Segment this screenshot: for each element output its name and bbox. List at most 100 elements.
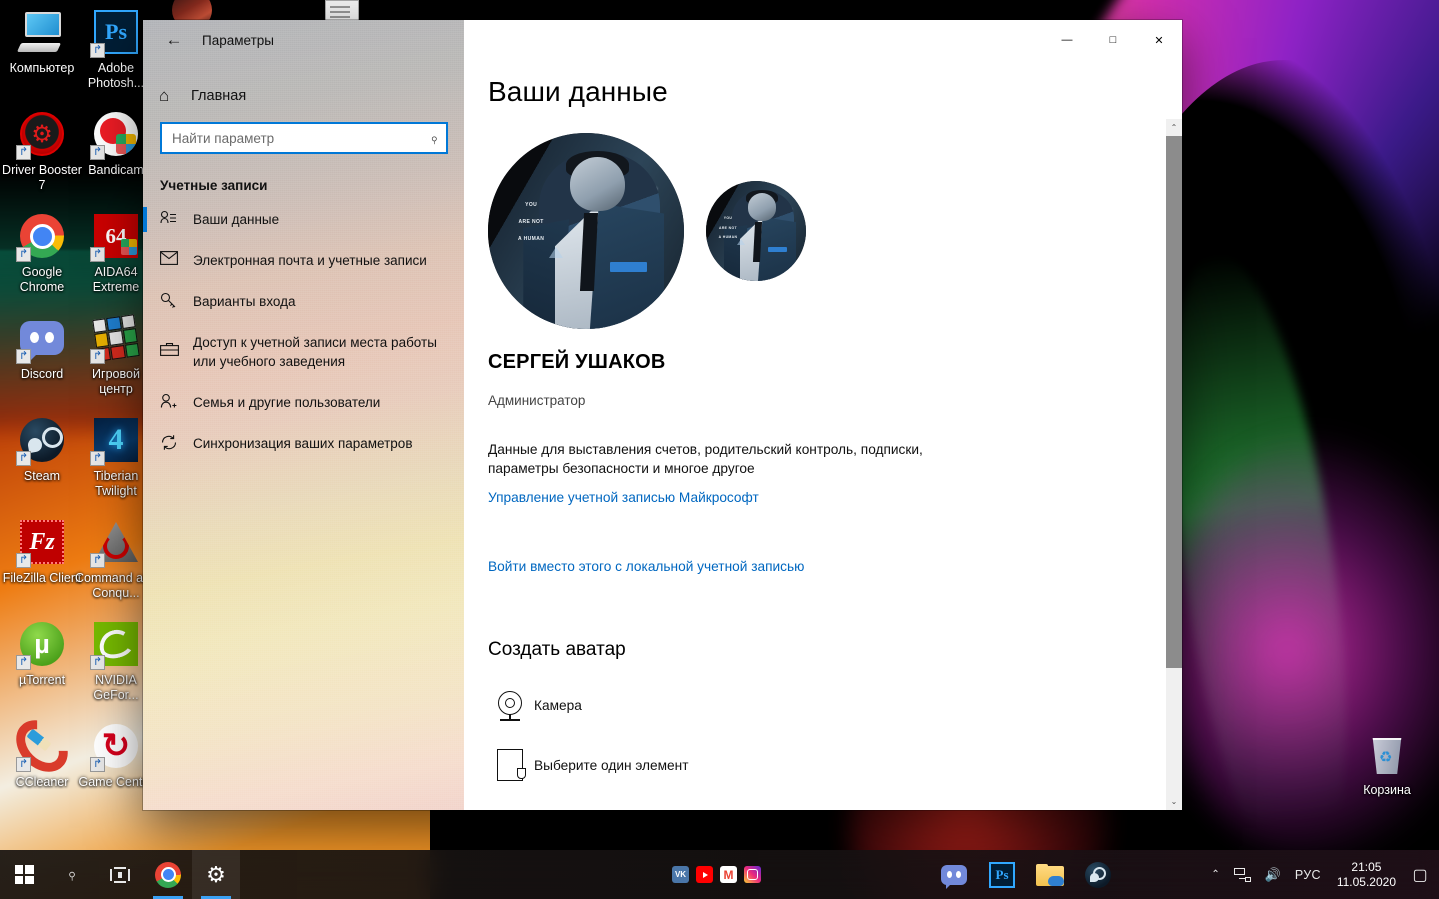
avatar-caption: YOU ARE NOT A HUMAN	[718, 216, 738, 240]
sidebar-item-label: Доступ к учетной записи места работы или…	[193, 335, 437, 369]
steam-icon	[16, 416, 66, 466]
search-input[interactable]	[172, 130, 431, 146]
command-and-conquer-icon	[90, 518, 140, 568]
youtube-icon[interactable]	[696, 866, 713, 883]
sidebar-item-family-other-users[interactable]: Семья и другие пользователи	[143, 382, 464, 423]
taskbar-running-apps[interactable]: Ps	[930, 850, 1122, 899]
desktop-icon-label: Google Chrome	[19, 265, 65, 294]
google-chrome-icon	[16, 212, 66, 262]
shortcut-badge-icon	[90, 655, 105, 670]
sign-in-local-account-link[interactable]: Войти вместо этого с локальной учетной з…	[488, 559, 804, 574]
briefcase-icon	[160, 333, 190, 356]
desktop-icon-label: Корзина	[1363, 783, 1411, 797]
shortcut-badge-icon	[90, 247, 105, 262]
file-explorer-onedrive-icon	[1036, 863, 1064, 886]
scrollbar-track[interactable]	[1166, 136, 1182, 793]
scroll-up-arrow-icon[interactable]: ⌃	[1166, 119, 1182, 136]
notification-center-icon[interactable]: ▢	[1405, 850, 1435, 899]
tray-expand-button[interactable]: ⌃	[1204, 850, 1226, 899]
settings-sidebar: ← Параметры ⌂ Главная ⌕ Учетные записи	[143, 20, 464, 810]
sidebar-item-sign-in-options[interactable]: Варианты входа	[143, 281, 464, 322]
content-scrollbar[interactable]: ⌃ ⌄	[1166, 119, 1182, 810]
steam-icon	[1085, 861, 1111, 888]
search-box[interactable]: ⌕	[160, 122, 448, 154]
maximize-button[interactable]: □	[1090, 20, 1136, 60]
shortcut-badge-icon	[90, 43, 105, 58]
shortcut-badge-icon	[16, 655, 31, 670]
avatar-small[interactable]: YOU ARE NOT A HUMAN	[706, 181, 806, 281]
shortcut-badge-icon	[90, 451, 105, 466]
desktop-icon-label: Bandicam	[88, 163, 144, 177]
user-name: СЕРГЕЙ УШАКОВ	[488, 351, 666, 373]
back-arrow-icon[interactable]: ←	[157, 25, 191, 55]
taskbar-file-explorer[interactable]	[1026, 850, 1074, 899]
system-tray[interactable]: ⌃ 🔊 РУС 21:05 11.05.2020 ▢	[1204, 850, 1439, 899]
account-description: Данные для выставления счетов, родительс…	[488, 442, 923, 476]
taskbar-quick-links[interactable]: VK	[672, 866, 761, 883]
sidebar-item-home[interactable]: ⌂ Главная	[143, 76, 464, 116]
taskbar-chrome[interactable]	[144, 850, 192, 899]
desktop-icon-google-chrome[interactable]: Google Chrome	[0, 212, 84, 295]
sidebar-item-your-info[interactable]: Ваши данные	[143, 199, 464, 240]
network-icon	[1233, 867, 1251, 882]
clock[interactable]: 21:05 11.05.2020	[1328, 850, 1405, 899]
user-role: Администратор	[488, 393, 586, 408]
avatar-option-browse-file[interactable]: Выберите один элемент	[488, 749, 1182, 781]
avatar-option-label: Камера	[534, 697, 582, 713]
photoshop-icon: Ps	[989, 861, 1015, 888]
sidebar-item-label: Главная	[191, 88, 247, 104]
desktop-icon-computer[interactable]: Компьютер	[0, 8, 84, 76]
driver-booster-icon: ⚙	[16, 110, 66, 160]
desktop-icon-ccleaner[interactable]: CCleaner	[0, 722, 84, 790]
desktop-icon-discord[interactable]: Discord	[0, 314, 84, 382]
taskbar-steam[interactable]	[1074, 850, 1122, 899]
sidebar-item-work-school-access[interactable]: Доступ к учетной записи места работы или…	[143, 322, 464, 382]
window-title-bar[interactable]: — □ ✕	[1044, 20, 1182, 60]
desktop-icon-utorrent[interactable]: µ µTorrent	[0, 620, 84, 688]
computer-icon	[16, 8, 66, 56]
sidebar-item-label: Электронная почта и учетные записи	[193, 253, 427, 268]
taskbar-discord[interactable]	[930, 850, 978, 899]
gmail-icon[interactable]	[720, 866, 737, 883]
vk-icon[interactable]: VK	[672, 866, 689, 883]
avatar-large[interactable]: YOU ARE NOT A HUMAN	[488, 133, 684, 329]
sidebar-item-label: Варианты входа	[193, 294, 296, 309]
shortcut-badge-icon	[16, 247, 31, 262]
desktop-icon-driver-booster[interactable]: ⚙ Driver Booster 7	[0, 110, 84, 193]
taskbar-photoshop[interactable]: Ps	[978, 850, 1026, 899]
page-title: Ваши данные	[488, 76, 668, 107]
sidebar-item-email-accounts[interactable]: Электронная почта и учетные записи	[143, 240, 464, 281]
scrollbar-thumb[interactable]	[1166, 136, 1182, 669]
close-button[interactable]: ✕	[1136, 20, 1182, 60]
desktop-icon-filezilla[interactable]: Fz FileZilla Client	[0, 518, 84, 586]
scroll-down-arrow-icon[interactable]: ⌄	[1166, 793, 1182, 810]
manage-microsoft-account-link[interactable]: Управление учетной записью Майкрософт	[488, 490, 759, 505]
home-icon: ⌂	[159, 86, 170, 105]
discord-icon	[16, 314, 66, 364]
start-button[interactable]	[0, 850, 48, 899]
taskbar-settings[interactable]: ⚙	[192, 850, 240, 899]
network-button[interactable]	[1227, 850, 1258, 899]
nvidia-geforce-icon	[90, 620, 140, 670]
clock-date: 11.05.2020	[1336, 874, 1396, 889]
taskbar[interactable]: ⌕ ⚙ VK Ps ⌃	[0, 850, 1439, 899]
desktop-icon-recycle-bin[interactable]: ♻ Корзина	[1345, 730, 1429, 798]
desktop-icon-steam[interactable]: Steam	[0, 416, 84, 484]
instagram-icon[interactable]	[744, 866, 761, 883]
language-indicator[interactable]: РУС	[1288, 850, 1328, 899]
settings-window[interactable]: — □ ✕ ← Параметры ⌂ Главная ⌕	[143, 20, 1182, 810]
sidebar-item-sync-settings[interactable]: Синхронизация ваших параметров	[143, 423, 464, 464]
minimize-button[interactable]: —	[1044, 20, 1090, 60]
create-avatar-heading: Создать аватар	[488, 639, 626, 660]
filezilla-icon: Fz	[16, 518, 66, 568]
sidebar-item-label: Семья и другие пользователи	[193, 395, 381, 410]
volume-button[interactable]: 🔊	[1258, 850, 1288, 899]
chrome-icon	[155, 861, 181, 888]
desktop-icon-label: FileZilla Client	[2, 571, 82, 585]
desktop-icon-label: Discord	[20, 367, 64, 381]
avatar-option-camera[interactable]: Камера	[488, 691, 1182, 721]
shortcut-badge-icon	[90, 553, 105, 568]
desktop-icon-label: Steam	[23, 469, 61, 483]
taskbar-search-button[interactable]: ⌕	[48, 850, 96, 899]
task-view-button[interactable]	[96, 850, 144, 899]
